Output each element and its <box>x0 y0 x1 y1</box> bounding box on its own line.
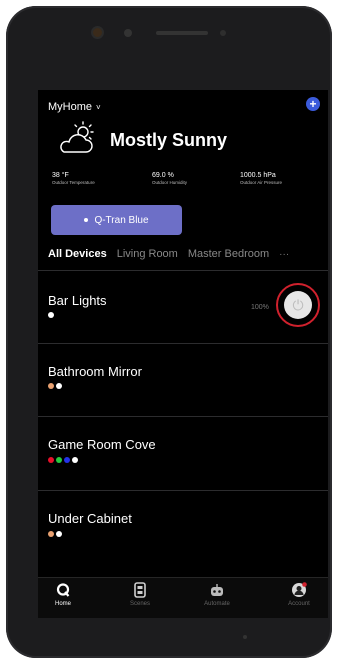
stat-pressure: 1000.5 hPa Outdoor Air Pressure <box>240 172 282 185</box>
scene-button[interactable]: Q-Tran Blue <box>51 205 182 235</box>
color-dot <box>48 383 54 389</box>
device-colors <box>48 531 62 537</box>
color-dot <box>48 312 54 318</box>
color-dot <box>56 457 62 463</box>
nav-automate[interactable]: Automate <box>192 582 242 607</box>
nav-home[interactable]: Home <box>38 582 88 607</box>
stat-value: 1000.5 hPa <box>240 172 276 179</box>
phone-frame: MyHome ˅ + Mostly Sunny 38 °F Outdoor Te… <box>6 6 332 658</box>
nav-label: Automate <box>204 601 230 607</box>
device-name: Bathroom Mirror <box>48 364 142 379</box>
device-colors <box>48 383 62 389</box>
nav-scenes[interactable]: Scenes <box>115 582 165 607</box>
nav-label: Home <box>54 601 71 607</box>
front-camera <box>93 28 102 37</box>
bottom-nav: Home Scenes Automate Account <box>38 577 328 618</box>
device-row-bathroom-mirror[interactable] <box>38 344 328 416</box>
device-row-game-room-cove[interactable] <box>38 417 328 489</box>
home-selector[interactable]: MyHome ˅ <box>48 98 101 116</box>
scene-label: Q-Tran Blue <box>94 214 149 226</box>
stat-humidity: 69.0 % Outdoor Humidity <box>152 172 187 185</box>
device-colors <box>48 457 78 463</box>
chevron-down-icon: ˅ <box>96 102 101 112</box>
phone-top-bezel <box>6 6 332 84</box>
nav-label: Account <box>288 601 310 607</box>
light-sensor <box>220 30 226 36</box>
brightness-percent: 100% <box>251 304 269 311</box>
stat-value: 38 °F <box>52 172 69 179</box>
robot-icon <box>192 582 242 598</box>
tab-all-devices[interactable]: All Devices <box>48 248 107 260</box>
app-screen: MyHome ˅ + Mostly Sunny 38 °F Outdoor Te… <box>38 90 328 618</box>
home-q-icon <box>38 582 88 598</box>
stat-value: 69.0 % <box>152 172 174 179</box>
device-name: Bar Lights <box>48 293 107 308</box>
device-colors <box>48 312 54 318</box>
power-icon: ⏻ <box>292 297 304 313</box>
device-name: Game Room Cove <box>48 437 156 452</box>
stat-temperature: 38 °F Outdoor Temperature <box>52 172 95 185</box>
home-name: MyHome <box>48 101 93 113</box>
add-button[interactable]: + <box>306 97 320 111</box>
stat-label: Outdoor Humidity <box>152 180 188 185</box>
stat-label: Outdoor Air Pressure <box>240 180 283 185</box>
partly-sunny-icon <box>60 121 94 153</box>
room-tabs: All Devices Living Room Master Bedroom ·… <box>48 246 289 262</box>
bezel-dot <box>243 635 247 639</box>
scenes-icon <box>115 582 165 598</box>
weather-condition: Mostly Sunny <box>110 130 228 150</box>
color-dot <box>48 531 54 537</box>
scene-dot-icon <box>84 218 89 222</box>
device-name: Under Cabinet <box>48 511 132 526</box>
account-icon <box>274 582 324 598</box>
color-dot <box>56 531 62 537</box>
color-dot <box>56 383 62 389</box>
phone-bottom-bezel <box>6 618 332 658</box>
nav-label: Scenes <box>129 601 150 607</box>
power-toggle-button[interactable]: ⏻ <box>284 291 312 319</box>
stat-label: Outdoor Temperature <box>52 180 95 185</box>
plus-icon: + <box>309 97 317 111</box>
proximity-sensor <box>124 29 132 37</box>
tab-living-room[interactable]: Living Room <box>117 248 178 260</box>
nav-account[interactable]: Account <box>274 582 324 607</box>
more-tabs-icon[interactable]: ··· <box>279 249 289 260</box>
color-dot <box>72 457 78 463</box>
device-row-under-cabinet[interactable] <box>38 491 328 563</box>
color-dot <box>48 457 54 463</box>
color-dot <box>64 457 70 463</box>
tab-master-bedroom[interactable]: Master Bedroom <box>188 248 269 260</box>
earpiece-speaker <box>156 31 208 35</box>
